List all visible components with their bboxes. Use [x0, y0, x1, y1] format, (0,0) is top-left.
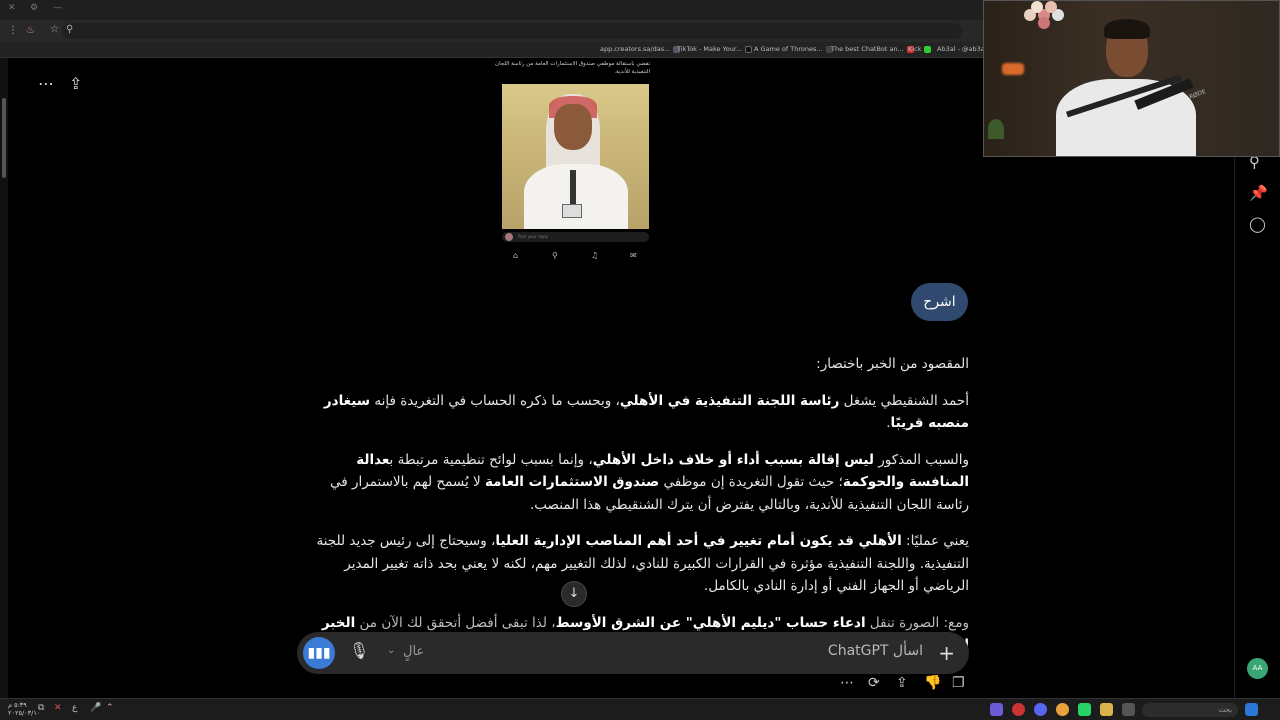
chevron-down-icon[interactable]: ⌄ [387, 645, 395, 656]
embedded-image-caption: تقضي باستقالة موظفي صندوق الاستثمارات ال… [495, 61, 650, 75]
whatsapp-icon[interactable] [1078, 703, 1091, 716]
bookmark-item[interactable]: Ab3al - @ab3al [937, 45, 987, 53]
chat-bubble-icon[interactable]: ◯ [1249, 215, 1266, 233]
answer-paragraph: أحمد الشنقيطي يشغل رئاسة اللجنة التنفيذي… [323, 392, 969, 432]
bookmark-item[interactable]: The best ChatBot an... [831, 45, 914, 53]
reasoning-mode-select[interactable]: عالٍ [403, 644, 424, 659]
webcam-overlay: RØDE [983, 0, 1280, 157]
hexagon-light-icon [1038, 17, 1050, 29]
menu-dots-icon[interactable]: ⋮ [8, 25, 18, 36]
taskbar: ٥:٣٩ م ٢٠٢٥/٠٣/١٠ ⧉ ✕ ع 🎤 ⌃ بحث [0, 698, 1280, 720]
search-icon: ⚲ [552, 251, 558, 260]
assistant-answer: المقصود من الخبر باختصار: أحمد الشنقيطي … [296, 353, 969, 671]
answer-paragraph: والسبب المذكور ليس إقالة بسبب أداء أو خل… [330, 451, 969, 513]
volume-icon[interactable]: ✕ [54, 703, 62, 713]
embedded-image-photo[interactable] [502, 84, 649, 229]
chrome-icon[interactable] [1056, 703, 1069, 716]
search-icon: ⚲ [66, 24, 74, 35]
embedded-reply-box: Post your reply [502, 232, 649, 242]
bookmark-item[interactable]: A Game of Thrones... [754, 45, 833, 53]
more-actions-icon[interactable]: ⋯ [840, 675, 854, 691]
bookmark-item[interactable]: TikTok - Make Your... [677, 45, 753, 53]
minimize-icon[interactable]: — [53, 3, 62, 13]
mic-brand-label: RØDE [1188, 88, 1207, 101]
thumbs-down-icon[interactable]: 👎 [924, 675, 941, 691]
star-icon[interactable]: ☆ [50, 24, 59, 35]
hexagon-light-icon [1031, 1, 1043, 13]
address-bar[interactable]: ☆ ⚲ [50, 23, 962, 39]
streamer-hair [1104, 19, 1150, 39]
microphone-icon[interactable]: 🎙 [349, 641, 369, 660]
regenerate-icon[interactable]: ⟳ [868, 675, 880, 691]
taskbar-search[interactable]: بحث [1142, 703, 1238, 717]
scrollbar[interactable] [0, 58, 8, 698]
avatar[interactable]: AA [1247, 658, 1268, 679]
store-icon[interactable] [1122, 703, 1135, 716]
pin-icon[interactable]: 📌 [1249, 184, 1268, 202]
app-icon[interactable] [1012, 703, 1025, 716]
language-indicator[interactable]: ع [72, 703, 77, 713]
notification-icon[interactable]: ⧉ [38, 703, 44, 713]
fireplace [1002, 63, 1024, 75]
mic-muted-icon[interactable]: 🎤 [90, 703, 101, 713]
copy-icon[interactable]: ❐ [952, 675, 965, 691]
bookmark-item[interactable]: app.creators.sa/das... [600, 45, 681, 53]
bookmark-item[interactable]: Kick [908, 45, 932, 53]
add-attachment-button[interactable]: + [938, 641, 955, 665]
prompt-input[interactable]: اسأل ChatGPT [828, 643, 923, 659]
home-icon: ⌂ [513, 251, 519, 260]
more-options-icon[interactable]: ⋯ [38, 74, 54, 93]
hexagon-light-icon [1045, 1, 1057, 13]
plant [988, 119, 1004, 139]
bell-icon: ♫ [591, 251, 599, 260]
share-icon[interactable]: ⇪ [69, 74, 82, 93]
close-window-icon[interactable]: ✕ [8, 3, 16, 13]
user-message-bubble: اشرح [911, 283, 968, 321]
voice-mode-button[interactable]: ▮▮▮ [303, 637, 335, 669]
answer-intro: المقصود من الخبر باختصار: [816, 356, 969, 372]
mail-icon: ✉ [630, 251, 637, 260]
settings-icon[interactable]: ⚙ [30, 3, 38, 13]
folder-icon[interactable] [1100, 703, 1113, 716]
start-icon[interactable] [1245, 703, 1258, 716]
scrollbar-thumb[interactable] [2, 98, 6, 178]
clock[interactable]: ٥:٣٩ م ٢٠٢٥/٠٣/١٠ [8, 701, 40, 717]
chevron-up-icon[interactable]: ⌃ [106, 703, 114, 713]
discord-icon[interactable] [1034, 703, 1047, 716]
message-composer[interactable]: + اسأل ChatGPT عالٍ ⌄ 🎙 ▮▮▮ [297, 632, 969, 674]
app-icon[interactable] [990, 703, 1003, 716]
site-logo-icon[interactable]: ♨ [26, 25, 35, 36]
share-icon[interactable]: ⇪ [896, 675, 908, 691]
scroll-down-button[interactable]: ↓ [561, 581, 587, 607]
answer-paragraph: يعني عمليًا: الأهلي قد يكون أمام تغيير ف… [316, 533, 969, 594]
